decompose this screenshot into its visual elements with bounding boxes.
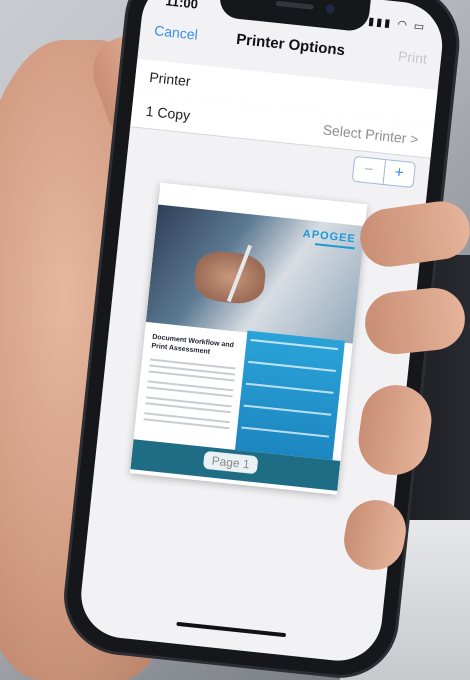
copies-stepper[interactable]: − +: [351, 155, 417, 189]
page-preview[interactable]: APOGEE Document Workflow and Print Asses…: [129, 182, 368, 495]
increment-button[interactable]: +: [383, 160, 415, 187]
home-indicator[interactable]: [176, 621, 287, 638]
printer-label: Printer: [148, 68, 192, 90]
status-icons: ▮▮▮ ◠ ▭: [367, 15, 427, 34]
decrement-button[interactable]: −: [352, 156, 386, 184]
status-time: 11:00: [164, 0, 199, 12]
preview-heading: Document Workflow and Print Assessment: [151, 333, 235, 356]
print-button[interactable]: Print: [397, 48, 427, 67]
select-printer-link[interactable]: Select Printer >: [322, 121, 419, 147]
preview-blue-panel: [234, 330, 345, 461]
preview-photo: [145, 204, 366, 344]
copies-label: 1 Copy: [145, 102, 191, 124]
photo-scene: 11:00 ▮▮▮ ◠ ▭ Cancel Printer Options Pri…: [0, 0, 470, 680]
